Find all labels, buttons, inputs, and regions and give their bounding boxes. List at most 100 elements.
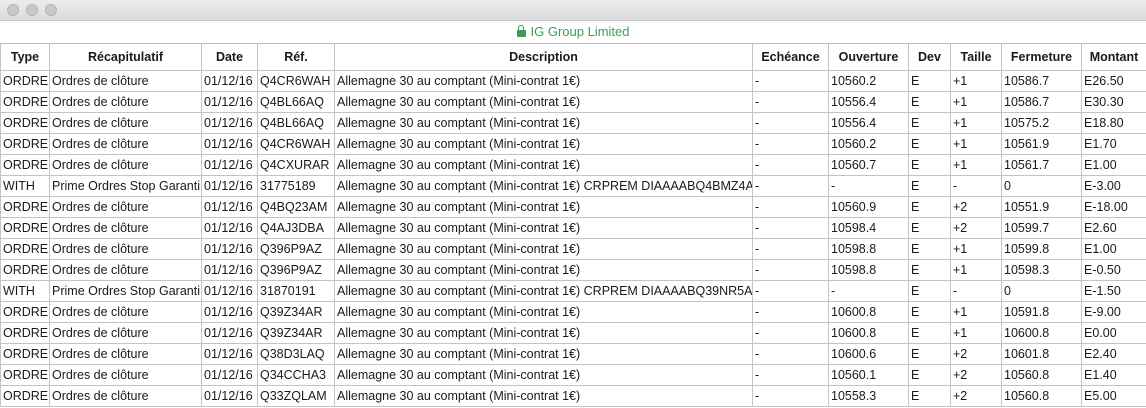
table-row[interactable]: ORDRE Ordres de clôture 01/12/16 Q4BL66AQ Al…: [0, 91, 1146, 113]
description-cell: Allemagne 30 au comptant (Mini-contrat 1…: [334, 217, 753, 239]
recapitulatif-cell: Ordres de clôture: [49, 238, 202, 260]
minimize-dot-icon[interactable]: [26, 4, 38, 16]
montant-cell: E5.00: [1081, 385, 1146, 407]
taille-cell: -: [950, 175, 1002, 197]
zoom-dot-icon[interactable]: [45, 4, 57, 16]
recapitulatif-cell: Prime Ordres Stop Garanti: [49, 175, 202, 197]
echeance-cell: -: [752, 112, 829, 134]
description-cell: Allemagne 30 au comptant (Mini-contrat 1…: [334, 70, 753, 92]
column-header-echeance[interactable]: Echéance: [752, 44, 829, 71]
description-cell: Allemagne 30 au comptant (Mini-contrat 1…: [334, 322, 753, 344]
column-header-type[interactable]: Type: [0, 44, 50, 71]
close-dot-icon[interactable]: [7, 4, 19, 16]
table-row[interactable]: ORDRE Ordres de clôture 01/12/16 Q396P9AZ Al…: [0, 238, 1146, 260]
date-cell: 01/12/16: [201, 301, 258, 323]
taille-cell: +2: [950, 364, 1002, 386]
dev-cell: E: [908, 70, 951, 92]
table-row[interactable]: ORDRE Ordres de clôture 01/12/16 Q4BL66AQ Al…: [0, 112, 1146, 134]
date-cell: 01/12/16: [201, 217, 258, 239]
description-cell: Allemagne 30 au comptant (Mini-contrat 1…: [334, 385, 753, 407]
column-header-montant[interactable]: Montant: [1081, 44, 1146, 71]
type-cell: WITH: [0, 280, 50, 302]
montant-cell: E1.70: [1081, 133, 1146, 155]
montant-cell: E2.40: [1081, 343, 1146, 365]
column-header-ref[interactable]: Réf.: [257, 44, 335, 71]
fermeture-cell: 10575.2: [1001, 112, 1082, 134]
ref-cell: Q4CR6WAH: [257, 70, 335, 92]
recapitulatif-cell: Prime Ordres Stop Garanti: [49, 280, 202, 302]
fermeture-cell: 10586.7: [1001, 91, 1082, 113]
address-bar[interactable]: IG Group Limited: [0, 21, 1146, 44]
date-cell: 01/12/16: [201, 238, 258, 260]
column-header-dev[interactable]: Dev: [908, 44, 951, 71]
ref-cell: Q39Z34AR: [257, 322, 335, 344]
ref-cell: Q34CCHA3: [257, 364, 335, 386]
lock-icon: [516, 25, 526, 37]
taille-cell: +1: [950, 133, 1002, 155]
taille-cell: +1: [950, 91, 1002, 113]
montant-cell: E-0.50: [1081, 259, 1146, 281]
description-cell: Allemagne 30 au comptant (Mini-contrat 1…: [334, 364, 753, 386]
table-row[interactable]: ORDRE Ordres de clôture 01/12/16 Q34CCHA3 Al…: [0, 364, 1146, 386]
table-row[interactable]: WITH Prime Ordres Stop Garanti 01/12/16 317…: [0, 175, 1146, 197]
date-cell: 01/12/16: [201, 280, 258, 302]
description-cell: Allemagne 30 au comptant (Mini-contrat 1…: [334, 91, 753, 113]
table-row[interactable]: ORDRE Ordres de clôture 01/12/16 Q33ZQLAM Al…: [0, 385, 1146, 407]
taille-cell: +2: [950, 196, 1002, 218]
ouverture-cell: 10598.8: [828, 238, 909, 260]
date-cell: 01/12/16: [201, 343, 258, 365]
type-cell: ORDRE: [0, 217, 50, 239]
column-header-date[interactable]: Date: [201, 44, 258, 71]
ouverture-cell: 10600.8: [828, 322, 909, 344]
recapitulatif-cell: Ordres de clôture: [49, 70, 202, 92]
table-row[interactable]: ORDRE Ordres de clôture 01/12/16 Q4CXURAR Al…: [0, 154, 1146, 176]
ouverture-cell: 10560.1: [828, 364, 909, 386]
taille-cell: +1: [950, 112, 1002, 134]
column-header-ouverture[interactable]: Ouverture: [828, 44, 909, 71]
column-header-taille[interactable]: Taille: [950, 44, 1002, 71]
montant-cell: E1.40: [1081, 364, 1146, 386]
ouverture-cell: 10598.4: [828, 217, 909, 239]
echeance-cell: -: [752, 238, 829, 260]
echeance-cell: -: [752, 175, 829, 197]
echeance-cell: -: [752, 70, 829, 92]
dev-cell: E: [908, 301, 951, 323]
type-cell: ORDRE: [0, 385, 50, 407]
table-row[interactable]: ORDRE Ordres de clôture 01/12/16 Q38D3LAQ Al…: [0, 343, 1146, 365]
taille-cell: +2: [950, 385, 1002, 407]
echeance-cell: -: [752, 322, 829, 344]
table-row[interactable]: ORDRE Ordres de clôture 01/12/16 Q396P9AZ Al…: [0, 259, 1146, 281]
table-row[interactable]: ORDRE Ordres de clôture 01/12/16 Q39Z34AR Al…: [0, 322, 1146, 344]
dev-cell: E: [908, 196, 951, 218]
fermeture-cell: 10561.7: [1001, 154, 1082, 176]
date-cell: 01/12/16: [201, 112, 258, 134]
fermeture-cell: 10599.8: [1001, 238, 1082, 260]
table-row[interactable]: ORDRE Ordres de clôture 01/12/16 Q4AJ3DBA Al…: [0, 217, 1146, 239]
table-row[interactable]: ORDRE Ordres de clôture 01/12/16 Q4CR6WAH Al…: [0, 70, 1146, 92]
ouverture-cell: 10560.9: [828, 196, 909, 218]
description-cell: Allemagne 30 au comptant (Mini-contrat 1…: [334, 238, 753, 260]
column-header-recapitulatif[interactable]: Récapitulatif: [49, 44, 202, 71]
ref-cell: Q396P9AZ: [257, 259, 335, 281]
date-cell: 01/12/16: [201, 364, 258, 386]
taille-cell: +1: [950, 322, 1002, 344]
dev-cell: E: [908, 259, 951, 281]
fermeture-cell: 10560.8: [1001, 364, 1082, 386]
fermeture-cell: 10586.7: [1001, 70, 1082, 92]
column-header-description[interactable]: Description: [334, 44, 753, 71]
taille-cell: +1: [950, 301, 1002, 323]
dev-cell: E: [908, 343, 951, 365]
table-row[interactable]: ORDRE Ordres de clôture 01/12/16 Q4BQ23AM Al…: [0, 196, 1146, 218]
recapitulatif-cell: Ordres de clôture: [49, 343, 202, 365]
type-cell: ORDRE: [0, 196, 50, 218]
table-row[interactable]: ORDRE Ordres de clôture 01/12/16 Q4CR6WAH Al…: [0, 133, 1146, 155]
fermeture-cell: 10561.9: [1001, 133, 1082, 155]
table-row[interactable]: WITH Prime Ordres Stop Garanti 01/12/16 318…: [0, 280, 1146, 302]
table-row[interactable]: ORDRE Ordres de clôture 01/12/16 Q39Z34AR Al…: [0, 301, 1146, 323]
column-header-fermeture[interactable]: Fermeture: [1001, 44, 1082, 71]
description-cell: Allemagne 30 au comptant (Mini-contrat 1…: [334, 154, 753, 176]
dev-cell: E: [908, 154, 951, 176]
type-cell: ORDRE: [0, 301, 50, 323]
ref-cell: Q33ZQLAM: [257, 385, 335, 407]
taille-cell: +1: [950, 154, 1002, 176]
